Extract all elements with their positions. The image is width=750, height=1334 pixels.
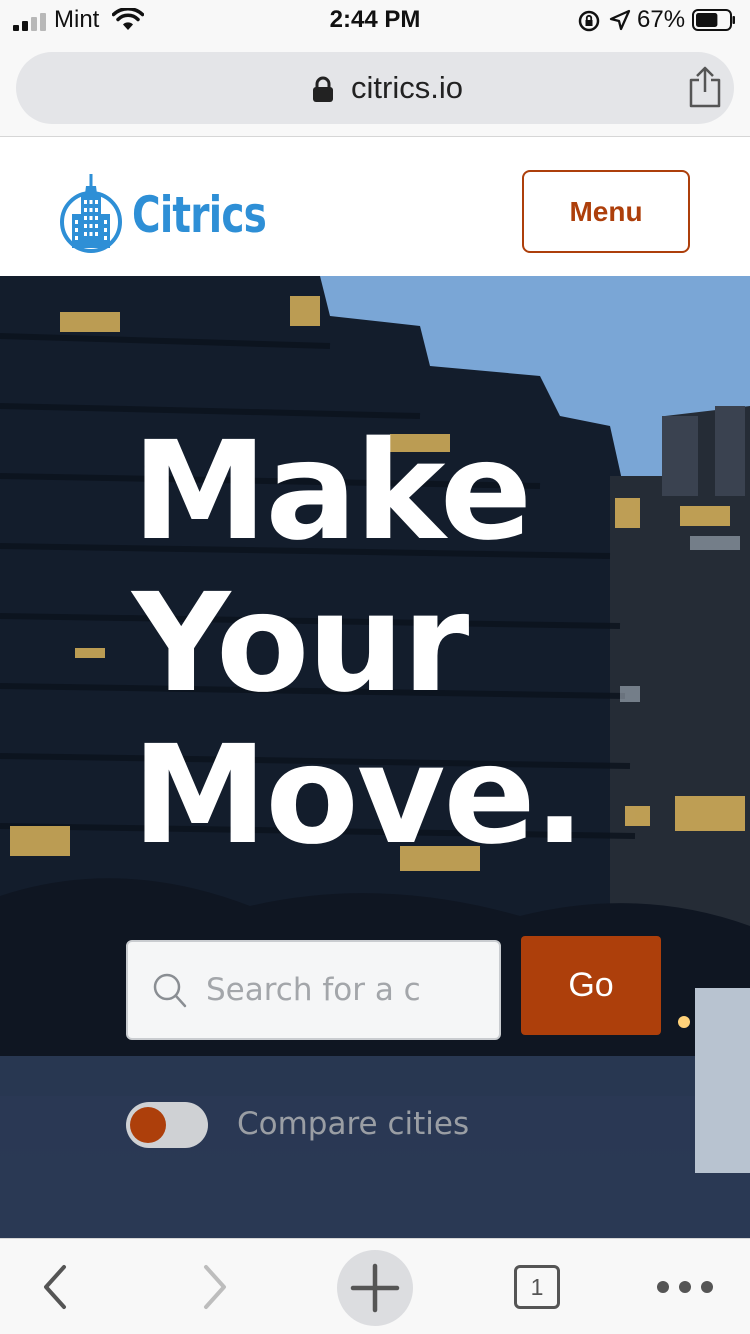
compare-cities-label: Compare cities [237, 1106, 470, 1142]
tabs-icon[interactable]: 1 [514, 1265, 560, 1309]
lock-icon [313, 76, 333, 102]
address-bar[interactable]: citrics.io [16, 52, 734, 124]
status-bar: Mint 2:44 PM 67% [0, 0, 750, 40]
headline-line-2: Your [132, 565, 469, 723]
rotation-lock-icon [578, 10, 600, 32]
menu-button[interactable]: Menu [522, 170, 690, 253]
hero-section: Make Your Move. Go Compare cities [0, 276, 750, 1238]
toggle-knob [130, 1107, 166, 1143]
forward-icon [204, 1265, 226, 1309]
battery-icon [692, 9, 735, 31]
headline-line-3: Move. [132, 717, 585, 875]
new-tab-icon [350, 1263, 400, 1313]
forward-button[interactable] [190, 1239, 240, 1334]
city-search-box[interactable] [126, 940, 501, 1040]
back-button[interactable] [30, 1239, 80, 1334]
location-icon [609, 9, 631, 31]
site-header: Citrics Menu [0, 138, 750, 276]
city-search-input[interactable] [206, 942, 422, 1038]
battery-percent: 67% [637, 6, 686, 33]
back-icon [44, 1265, 66, 1309]
more-button[interactable] [650, 1239, 720, 1334]
browser-toolbar: 1 [0, 1238, 750, 1334]
go-button[interactable]: Go [521, 936, 661, 1035]
compare-cities-toggle[interactable] [126, 1102, 208, 1148]
browser-address-area: citrics.io [0, 40, 750, 137]
new-tab-button[interactable] [337, 1250, 413, 1326]
url-text: citrics.io [351, 70, 463, 105]
more-icon [657, 1281, 713, 1293]
hero-headline: Make Your Move. [132, 413, 585, 875]
skyscraper-logo-icon [60, 174, 122, 253]
search-icon [153, 973, 187, 1008]
site-logo[interactable]: Citrics [58, 172, 273, 254]
share-icon[interactable] [686, 66, 724, 108]
logo-text: Citrics [132, 186, 267, 244]
headline-line-1: Make [132, 413, 532, 571]
